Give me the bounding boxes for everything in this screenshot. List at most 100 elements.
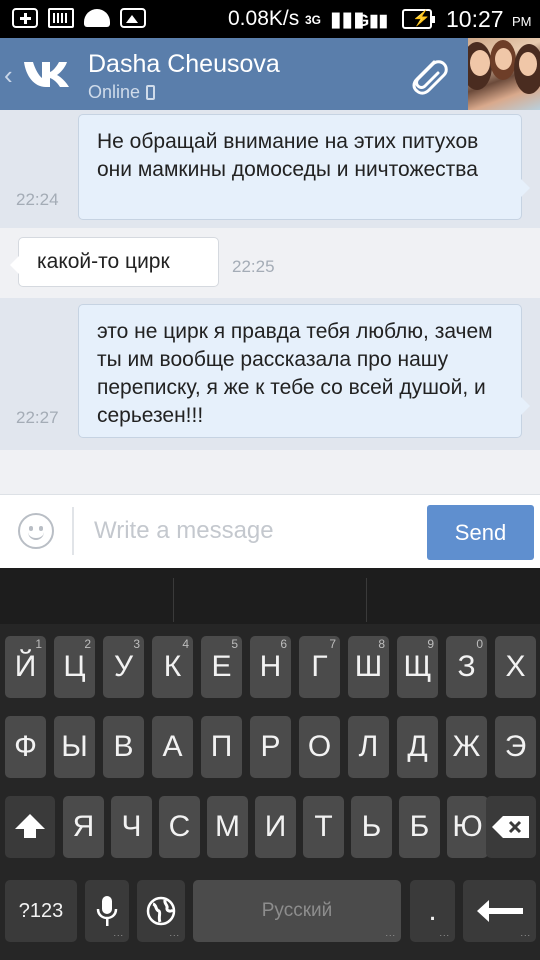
key[interactable]: Й1 [5, 636, 46, 698]
status-bar: 0.08K/s 3G ▮▮▮ G▮▮ ⚡ 10:27 PM [0, 0, 540, 38]
avatar-face-2 [495, 48, 512, 70]
more-options-dots: ... [439, 928, 450, 938]
key[interactable]: Э [495, 716, 536, 778]
key[interactable]: Щ9 [397, 636, 438, 698]
clock-ampm: PM [512, 14, 532, 29]
key[interactable]: А [152, 716, 193, 778]
key-label: Ш [354, 650, 383, 683]
mobile-phone-icon [146, 85, 156, 100]
back-chevron-icon[interactable]: ‹ [4, 60, 13, 91]
key-label: З [457, 650, 476, 683]
key[interactable]: Д [397, 716, 438, 778]
key[interactable]: Ю [447, 796, 488, 858]
key[interactable]: Ф [5, 716, 46, 778]
avatar-face-3 [519, 52, 537, 76]
key-hint: 3 [133, 637, 140, 651]
key-label: ?123 [18, 899, 64, 922]
key[interactable]: Б [399, 796, 440, 858]
globe-icon [146, 896, 176, 926]
key[interactable]: Ь [351, 796, 392, 858]
more-options-dots: ... [385, 928, 396, 938]
key-label: Х [505, 650, 526, 683]
notification-icons [12, 8, 146, 28]
key[interactable]: П [201, 716, 242, 778]
enter-key[interactable]: ... [463, 880, 536, 942]
voice-input-key[interactable]: ... [85, 880, 129, 942]
contact-status: Online [88, 82, 141, 102]
vk-logo-icon[interactable] [22, 54, 76, 92]
message-bubble-outgoing[interactable]: это не цирк я правда тебя люблю, зачем т… [78, 304, 530, 438]
key-hint: 2 [84, 637, 91, 651]
message-bubble-outgoing[interactable]: Не обращай внимание на этих питухов они … [78, 114, 530, 220]
key[interactable]: Ж [446, 716, 487, 778]
message-composer: Send [0, 494, 540, 568]
key-label: . [428, 894, 437, 927]
suggestion-strip[interactable] [0, 568, 540, 624]
microphone-icon [96, 896, 118, 926]
key[interactable]: С [159, 796, 200, 858]
key-label: Г [311, 650, 328, 683]
key[interactable]: Ч [111, 796, 152, 858]
key-label: К [163, 650, 182, 683]
space-key[interactable]: Русский ... [193, 880, 401, 942]
key[interactable]: Г7 [299, 636, 340, 698]
network-type: 3G [305, 13, 322, 27]
keyboard-notification-icon [48, 8, 74, 28]
symbols-key[interactable]: ?123 [5, 880, 77, 942]
android-notification-icon [84, 9, 110, 27]
key[interactable]: К4 [152, 636, 193, 698]
key-label: Ц [63, 650, 86, 683]
key[interactable]: Р [250, 716, 291, 778]
key[interactable]: З0 [446, 636, 487, 698]
send-button[interactable]: Send [427, 505, 534, 560]
add-notification-icon [12, 8, 38, 28]
key[interactable]: И [255, 796, 296, 858]
more-options-dots: ... [113, 928, 124, 938]
message-text: Не обращай внимание на этих питухов они … [97, 130, 479, 181]
message-time: 22:27 [16, 408, 59, 427]
backspace-icon [492, 816, 529, 838]
avatar-face-1 [470, 50, 490, 76]
key-hint: 9 [427, 637, 434, 651]
shift-key[interactable] [5, 796, 55, 858]
key[interactable]: Н6 [250, 636, 291, 698]
key-hint: 7 [329, 637, 336, 651]
key[interactable]: Е5 [201, 636, 242, 698]
battery-icon: ⚡ [402, 9, 435, 29]
key[interactable]: Я [63, 796, 104, 858]
message-input[interactable] [94, 509, 414, 553]
key[interactable]: Т [303, 796, 344, 858]
key[interactable]: Ы [54, 716, 95, 778]
paperclip-icon[interactable] [404, 52, 450, 98]
key-label: У [113, 650, 134, 683]
message-bubble-incoming[interactable]: какой-то цирк [10, 237, 219, 287]
message-list[interactable]: Не обращай внимание на этих питухов они … [0, 110, 540, 494]
key[interactable]: В [103, 716, 144, 778]
backspace-key[interactable] [486, 796, 536, 858]
key[interactable]: Ц2 [54, 636, 95, 698]
message-text: это не цирк я правда тебя люблю, зачем т… [97, 320, 493, 427]
emoji-icon[interactable] [18, 513, 54, 549]
suggestion-divider [366, 578, 367, 622]
language-key[interactable]: ... [137, 880, 185, 942]
key[interactable]: М [207, 796, 248, 858]
key[interactable]: У3 [103, 636, 144, 698]
message-text: какой-то цирк [37, 250, 170, 273]
key[interactable]: О [299, 716, 340, 778]
key[interactable]: Х [495, 636, 536, 698]
net-speed: 0.08K/s [228, 7, 300, 30]
period-key[interactable]: . ... [410, 880, 455, 942]
image-notification-icon [120, 8, 146, 28]
key-label: Й [14, 650, 37, 683]
key[interactable]: Ш8 [348, 636, 389, 698]
signal-strength-icon: G▮▮ [356, 11, 388, 30]
contact-name[interactable]: Dasha Cheusova [88, 50, 280, 79]
clock-time: 10:27 [446, 6, 504, 32]
suggestion-divider [173, 578, 174, 622]
contact-status-row: Online [88, 82, 156, 103]
key-hint: 4 [182, 637, 189, 651]
contact-avatar[interactable] [468, 38, 540, 110]
key[interactable]: Л [348, 716, 389, 778]
key-label: Е [211, 650, 232, 683]
shift-arrow-icon [15, 814, 45, 838]
